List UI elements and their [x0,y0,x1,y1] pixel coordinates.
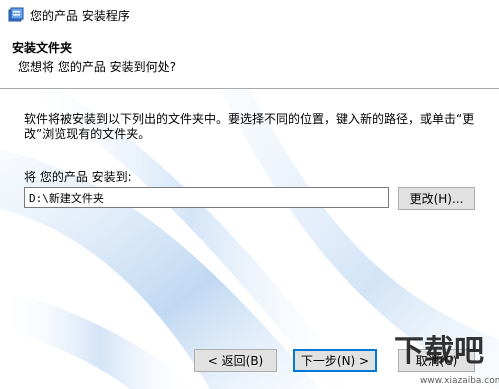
install-path-label: 将 您的产品 安装到: [24,170,132,184]
page-subtitle: 您想将 您的产品 安装到何处? [18,60,176,74]
installer-window: 您的产品 安装程序 安装文件夹 您想将 您的产品 安装到何处? 软件将被安装到以… [0,0,499,389]
installer-app-icon [8,7,24,22]
title-bar: 您的产品 安装程序 [0,0,499,30]
change-folder-button[interactable]: 更改(H)... [398,187,475,210]
page-title: 安装文件夹 [12,41,73,55]
watermark-text: 下载吧 [394,334,484,369]
window-title: 您的产品 安装程序 [30,9,130,23]
wizard-header: 安装文件夹 您想将 您的产品 安装到何处? [0,30,499,89]
watermark-logo: 下载吧 www.xiazaiba.com [394,334,499,386]
back-button[interactable]: < 返回(B) [194,349,277,372]
install-path-field[interactable] [24,187,389,208]
install-description: 软件将被安装到以下列出的文件夹中。要选择不同的位置，键入新的路径，或单击“更改”… [24,112,475,141]
wizard-body: 软件将被安装到以下列出的文件夹中。要选择不同的位置，键入新的路径，或单击“更改”… [0,89,499,389]
next-button[interactable]: 下一步(N) > [293,349,377,372]
watermark-url: www.xiazaiba.com [420,376,499,386]
